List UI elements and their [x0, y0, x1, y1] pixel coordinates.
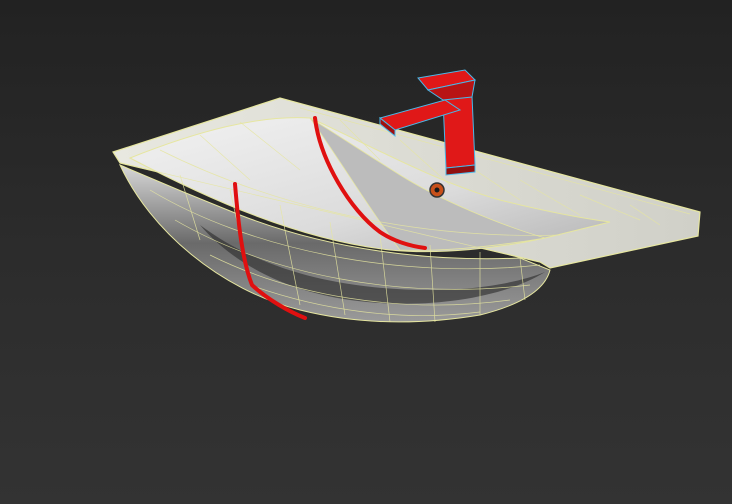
3d-viewport[interactable]: [0, 0, 732, 504]
drain-hole: [434, 187, 440, 193]
scene: [112, 69, 701, 323]
